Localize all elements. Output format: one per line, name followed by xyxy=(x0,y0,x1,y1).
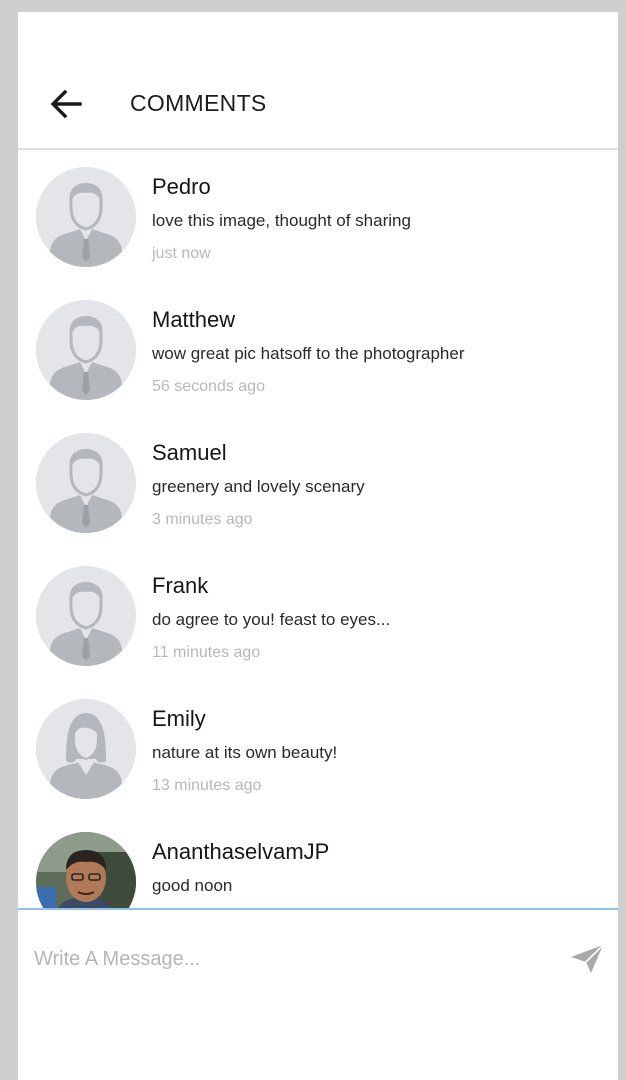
comment-item[interactable]: Emily nature at its own beauty! 13 minut… xyxy=(18,682,618,815)
comment-text: nature at its own beauty! xyxy=(152,743,338,762)
commenter-name: Matthew xyxy=(152,307,236,332)
arrow-left-icon xyxy=(50,89,82,119)
comment-text: good noon xyxy=(152,876,233,895)
comment-timestamp: 3 minutes ago xyxy=(152,511,253,528)
user-photo-icon xyxy=(36,832,136,908)
device-frame: COMMENTS Pedro love this image, thought … xyxy=(8,10,622,1080)
avatar xyxy=(36,167,136,267)
comment-timestamp: 56 seconds ago xyxy=(152,378,265,395)
avatar xyxy=(36,566,136,666)
message-composer xyxy=(18,908,618,1080)
male-avatar-icon xyxy=(36,167,136,267)
comment-item[interactable]: Frank do agree to you! feast to eyes... … xyxy=(18,549,618,682)
avatar xyxy=(36,433,136,533)
send-button[interactable] xyxy=(570,944,604,974)
comment-item[interactable]: Pedro love this image, thought of sharin… xyxy=(18,150,618,283)
screen: COMMENTS Pedro love this image, thought … xyxy=(18,12,618,1080)
comment-item[interactable]: AnanthaselvamJP good noon xyxy=(18,815,618,908)
page-title: COMMENTS xyxy=(130,90,267,116)
avatar xyxy=(36,832,136,908)
commenter-name: Emily xyxy=(152,706,206,731)
comment-item[interactable]: Samuel greenery and lovely scenary 3 min… xyxy=(18,416,618,549)
message-input[interactable] xyxy=(34,932,544,986)
commenter-name: AnanthaselvamJP xyxy=(152,839,330,864)
male-avatar-icon xyxy=(36,433,136,533)
app-header: COMMENTS xyxy=(18,12,618,150)
female-avatar-icon xyxy=(36,699,136,799)
avatar xyxy=(36,699,136,799)
comment-text: greenery and lovely scenary xyxy=(152,477,365,496)
comment-timestamp: 13 minutes ago xyxy=(152,777,262,794)
comment-item[interactable]: Matthew wow great pic hatsoff to the pho… xyxy=(18,283,618,416)
male-avatar-icon xyxy=(36,566,136,666)
comment-timestamp: just now xyxy=(152,245,211,262)
send-icon xyxy=(571,944,604,973)
comment-list[interactable]: Pedro love this image, thought of sharin… xyxy=(18,150,618,908)
comment-text: wow great pic hatsoff to the photographe… xyxy=(152,344,465,363)
comment-text: love this image, thought of sharing xyxy=(152,211,411,230)
commenter-name: Pedro xyxy=(152,174,211,199)
comment-timestamp: 11 minutes ago xyxy=(152,644,261,661)
avatar xyxy=(36,300,136,400)
male-avatar-icon xyxy=(36,300,136,400)
comment-text: do agree to you! feast to eyes... xyxy=(152,610,391,629)
back-button[interactable] xyxy=(48,86,84,122)
commenter-name: Frank xyxy=(152,573,209,598)
commenter-name: Samuel xyxy=(152,440,227,465)
